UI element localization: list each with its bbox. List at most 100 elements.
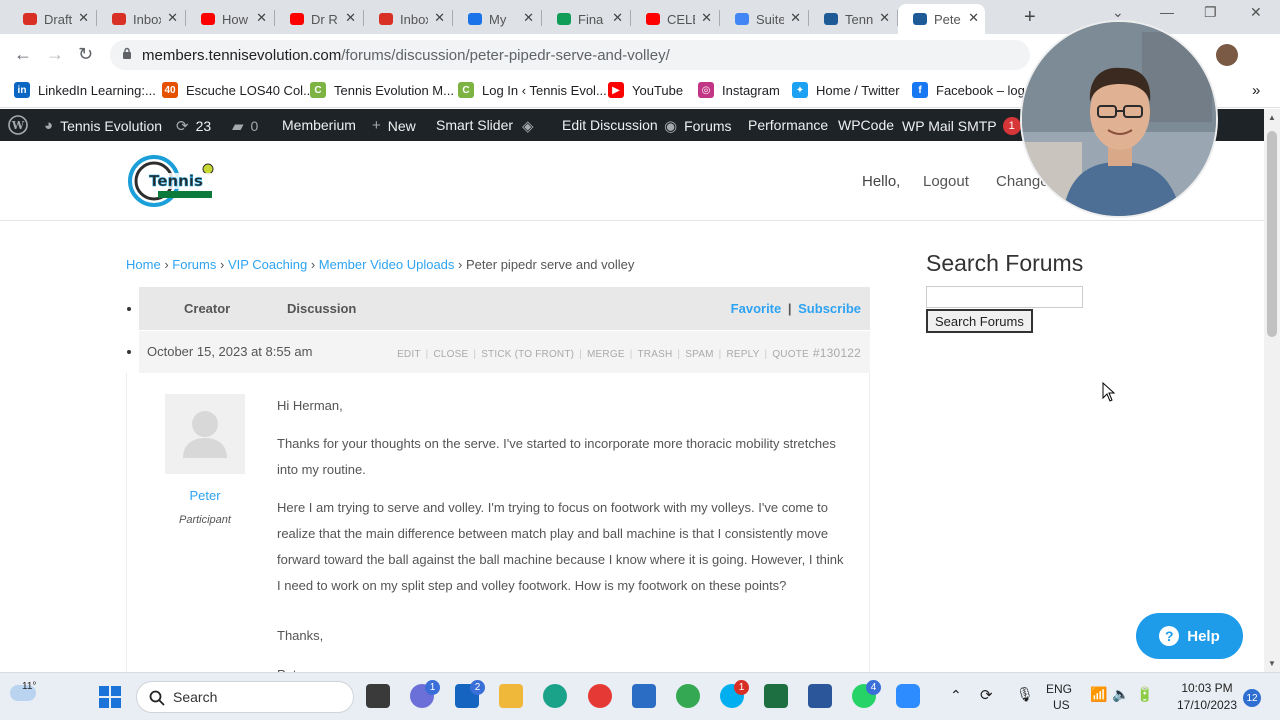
admin-forums-link[interactable]: ◉ Forums — [664, 117, 732, 135]
post-action-quote[interactable]: QUOTE — [772, 349, 809, 360]
help-button[interactable]: ? Help — [1136, 613, 1243, 659]
admin-wp-mail-smtp-link[interactable]: WP Mail SMTP 1 — [902, 117, 1021, 135]
post-action-stick-to-front[interactable]: STICK (TO FRONT) — [481, 349, 574, 360]
breadcrumb-vip-coaching[interactable]: VIP Coaching — [228, 257, 307, 272]
bookmark-item[interactable]: ▶ YouTube — [608, 82, 683, 98]
admin-wpcode-link[interactable]: WPCode — [838, 117, 894, 133]
tennis-evolution-logo[interactable]: Tennis — [128, 153, 218, 209]
pdf-editor-icon[interactable] — [632, 684, 656, 708]
close-tab-icon[interactable]: ✕ — [523, 10, 534, 26]
minimize-icon[interactable]: — — [1160, 4, 1174, 20]
close-tab-icon[interactable]: ✕ — [345, 10, 356, 26]
author-avatar[interactable] — [165, 394, 245, 474]
browser-tab[interactable]: Suite ✕ — [720, 4, 807, 34]
bookmark-item[interactable]: ◎ Instagram — [698, 82, 780, 98]
browser-tab[interactable]: CELE ✕ — [631, 4, 718, 34]
slider-diamond-icon[interactable]: ◈ — [522, 117, 541, 135]
volume-icon[interactable]: 🔈 — [1112, 686, 1129, 703]
browser-tab[interactable]: Dr R ✕ — [275, 4, 362, 34]
more-bookmarks-icon[interactable]: » — [1252, 82, 1260, 99]
admin-site-link[interactable]: ◕ Tennis Evolution — [44, 117, 162, 134]
new-tab-button[interactable]: + — [1024, 6, 1036, 29]
screen-recorder-icon[interactable] — [588, 684, 612, 708]
close-tab-icon[interactable]: ✕ — [434, 10, 445, 26]
microphone-icon[interactable]: 🎙 — [1016, 686, 1034, 703]
bookmark-item[interactable]: 40 Escuche LOS40 Col... — [162, 82, 314, 98]
browser-tab[interactable]: Inbox ✕ — [97, 4, 184, 34]
wordpress-logo-icon[interactable]: W — [8, 115, 28, 135]
close-tab-icon[interactable]: ✕ — [256, 10, 267, 26]
address-bar[interactable]: members.tennisevolution.com/forums/discu… — [110, 40, 1030, 70]
admin-edit-discussion-link[interactable]: Edit Discussion — [562, 117, 658, 133]
reload-icon[interactable]: ↻ — [78, 44, 93, 65]
subscribe-link[interactable]: Subscribe — [798, 301, 861, 316]
notification-count-badge[interactable]: 12 — [1243, 689, 1261, 707]
post-action-edit[interactable]: EDIT — [397, 349, 421, 360]
back-arrow-icon[interactable]: ← — [14, 44, 32, 65]
close-window-icon[interactable]: ✕ — [1250, 4, 1262, 21]
sync-icon[interactable]: ⟳ — [980, 686, 993, 704]
battery-icon[interactable]: 🔋 — [1136, 686, 1153, 703]
taskbar-search-box[interactable]: Search — [136, 681, 354, 713]
browser-tab[interactable]: How ✕ — [186, 4, 273, 34]
admin-new-link[interactable]: + New — [372, 117, 416, 134]
word-icon[interactable] — [808, 684, 832, 708]
nav-logout-link[interactable]: Logout — [923, 173, 969, 190]
bookmark-item[interactable]: f Facebook – log i — [912, 82, 1031, 98]
author-name-link[interactable]: Peter — [164, 488, 246, 503]
chevron-down-icon[interactable]: ⌄ — [1112, 4, 1124, 21]
post-permalink-id[interactable]: #130122 — [813, 346, 861, 360]
zoom-icon[interactable] — [896, 684, 920, 708]
post-action-reply[interactable]: REPLY — [726, 349, 759, 360]
browser-tab[interactable]: My ✕ — [453, 4, 540, 34]
chrome-icon[interactable] — [676, 684, 700, 708]
search-forums-button[interactable]: Search Forums — [926, 309, 1033, 333]
bookmark-item[interactable]: C Tennis Evolution M... — [310, 82, 454, 98]
admin-memberium-link[interactable]: Memberium — [282, 117, 356, 133]
breadcrumb-home[interactable]: Home — [126, 257, 161, 272]
close-tab-icon[interactable]: ✕ — [790, 10, 801, 26]
maximize-icon[interactable]: ❐ — [1204, 4, 1217, 21]
scroll-down-icon[interactable]: ▼ — [1268, 659, 1276, 668]
page-scrollbar[interactable]: ▲ ▼ — [1264, 109, 1280, 672]
post-action-merge[interactable]: MERGE — [587, 349, 625, 360]
bookmark-item[interactable]: in LinkedIn Learning:... — [14, 82, 156, 98]
close-tab-icon[interactable]: ✕ — [701, 10, 712, 26]
bookmark-item[interactable]: ✦ Home / Twitter — [792, 82, 900, 98]
bookmark-item[interactable]: C Log In ‹ Tennis Evol... — [458, 82, 607, 98]
windows-start-icon[interactable] — [98, 685, 122, 709]
file-explorer-icon[interactable] — [499, 684, 523, 708]
post-action-spam[interactable]: SPAM — [685, 349, 713, 360]
edge-browser-icon[interactable] — [543, 684, 567, 708]
post-action-close[interactable]: CLOSE — [433, 349, 468, 360]
language-code[interactable]: ENG — [1046, 682, 1072, 696]
close-tab-icon[interactable]: ✕ — [879, 10, 890, 26]
breadcrumb-forums[interactable]: Forums — [172, 257, 216, 272]
browser-tab[interactable]: Pete ✕ — [898, 4, 985, 34]
close-tab-icon[interactable]: ✕ — [612, 10, 623, 26]
excel-icon[interactable] — [764, 684, 788, 708]
scroll-up-icon[interactable]: ▲ — [1268, 113, 1276, 122]
close-tab-icon[interactable]: ✕ — [968, 10, 979, 26]
browser-tab[interactable]: Tenn ✕ — [809, 4, 896, 34]
admin-updates-link[interactable]: ⟳ 23 — [176, 117, 211, 135]
scrollbar-thumb[interactable] — [1267, 131, 1277, 337]
wifi-icon[interactable]: 📶 — [1090, 686, 1107, 703]
clock-time[interactable]: 10:03 PM — [1172, 681, 1242, 695]
close-tab-icon[interactable]: ✕ — [78, 10, 89, 26]
task-view-icon[interactable] — [366, 684, 390, 708]
admin-comments-link[interactable]: ▰ 0 — [232, 117, 258, 135]
browser-tab[interactable]: Inbox ✕ — [364, 4, 451, 34]
browser-tab[interactable]: Fina ✕ — [542, 4, 629, 34]
forum-search-input[interactable] — [926, 286, 1083, 308]
chevron-up-icon[interactable]: ⌃ — [950, 687, 962, 704]
forward-arrow-icon[interactable]: → — [46, 44, 64, 65]
browser-tab[interactable]: Draft ✕ — [8, 4, 95, 34]
profile-avatar[interactable] — [1216, 44, 1238, 66]
breadcrumb-member-video-uploads[interactable]: Member Video Uploads — [319, 257, 455, 272]
close-tab-icon[interactable]: ✕ — [167, 10, 178, 26]
admin-performance-link[interactable]: Performance — [748, 117, 828, 133]
post-action-trash[interactable]: TRASH — [638, 349, 673, 360]
favorite-link[interactable]: Favorite — [731, 301, 782, 316]
admin-smart-slider-link[interactable]: Smart Slider — [436, 117, 513, 133]
